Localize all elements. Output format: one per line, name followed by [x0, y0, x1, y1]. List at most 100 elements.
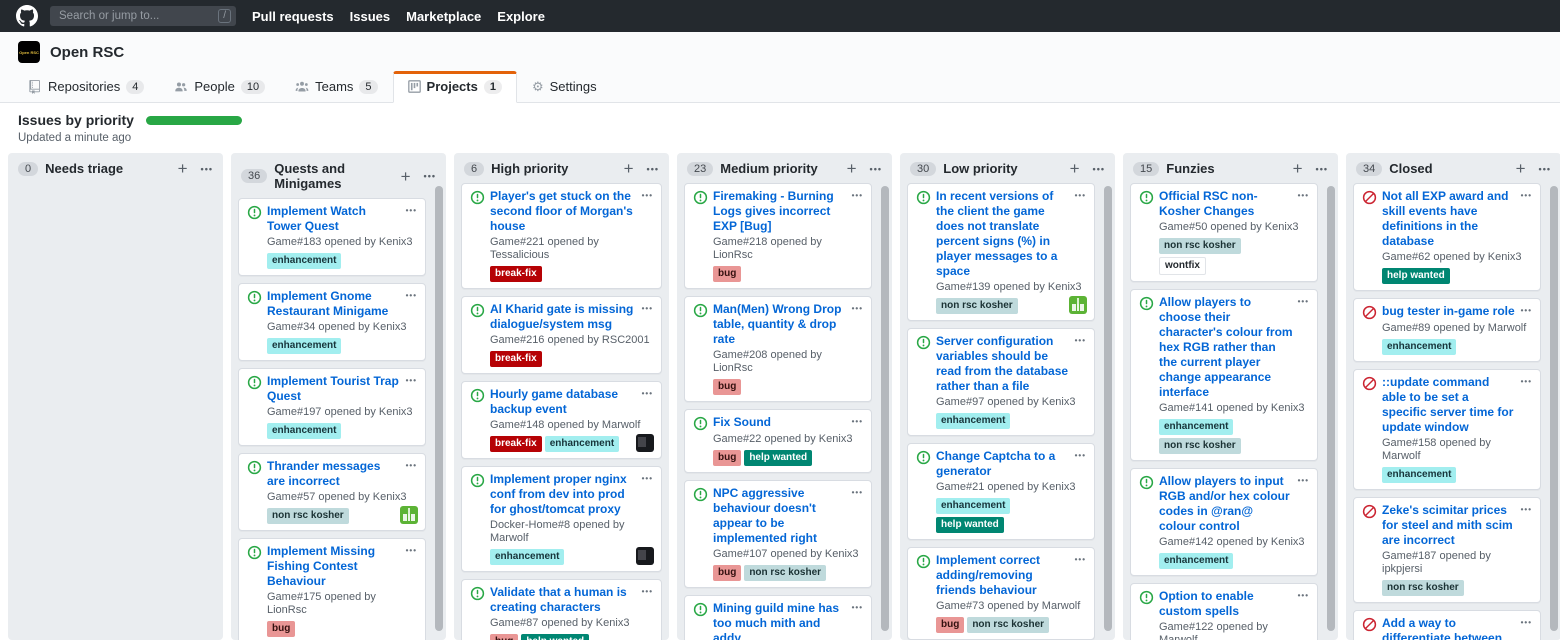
add-card-button[interactable]: + [401, 170, 411, 183]
tab-teams[interactable]: Teams5 [280, 71, 392, 103]
tab-projects[interactable]: Projects1 [393, 71, 517, 103]
issue-card[interactable]: Allow players to choose their character'… [1130, 289, 1318, 461]
card-menu-button[interactable]: ••• [1075, 555, 1086, 564]
nav-link-explore[interactable]: Explore [497, 9, 545, 24]
issue-title-link[interactable]: Implement Tourist Trap Quest [267, 374, 401, 404]
issue-card[interactable]: Not all EXP award and skill events have … [1353, 183, 1541, 291]
issue-title-link[interactable]: Zeke's scimitar prices for steel and mit… [1382, 503, 1516, 548]
issue-card[interactable]: Man(Men) Wrong Drop table, quantity & dr… [684, 296, 872, 402]
column-menu-button[interactable]: ••• [424, 171, 436, 181]
issue-card[interactable]: Player's get stuck on the second floor o… [461, 183, 662, 289]
issue-title-link[interactable]: Implement Gnome Restaurant Minigame [267, 289, 401, 319]
card-menu-button[interactable]: ••• [1521, 306, 1532, 315]
card-menu-button[interactable]: ••• [406, 461, 417, 470]
nav-link-marketplace[interactable]: Marketplace [406, 9, 481, 24]
issue-title-link[interactable]: Change Captcha to a generator [936, 449, 1070, 479]
card-menu-button[interactable]: ••• [642, 474, 653, 483]
card-menu-button[interactable]: ••• [642, 587, 653, 596]
issue-title-link[interactable]: Implement proper nginx conf from dev int… [490, 472, 637, 517]
issue-card[interactable]: Zeke's scimitar prices for steel and mit… [1353, 497, 1541, 603]
column-scrollbar[interactable] [1550, 186, 1558, 631]
issue-card[interactable]: Firemaking - Burning Logs gives incorrec… [684, 183, 872, 289]
issue-title-link[interactable]: Implement Missing Fishing Contest Behavi… [267, 544, 401, 589]
issue-card[interactable]: Option to enable custom spells•••Game#12… [1130, 583, 1318, 640]
tab-repositories[interactable]: Repositories4 [14, 71, 159, 103]
card-menu-button[interactable]: ••• [406, 376, 417, 385]
issue-card[interactable]: Allow players to input RGB and/or hex co… [1130, 468, 1318, 576]
card-menu-button[interactable]: ••• [406, 546, 417, 555]
card-menu-button[interactable]: ••• [1075, 451, 1086, 460]
card-menu-button[interactable]: ••• [852, 488, 863, 497]
issue-card[interactable]: Implement Tourist Trap Quest•••Game#197 … [238, 368, 426, 446]
card-menu-button[interactable]: ••• [1075, 191, 1086, 200]
card-menu-button[interactable]: ••• [642, 191, 653, 200]
card-menu-button[interactable]: ••• [1521, 618, 1532, 627]
card-menu-button[interactable]: ••• [406, 206, 417, 215]
card-menu-button[interactable]: ••• [1298, 591, 1309, 600]
issue-title-link[interactable]: bug tester in-game role [1382, 304, 1516, 319]
column-menu-button[interactable]: ••• [1093, 164, 1105, 174]
card-menu-button[interactable]: ••• [1298, 297, 1309, 306]
card-menu-button[interactable]: ••• [852, 603, 863, 612]
card-menu-button[interactable]: ••• [1521, 191, 1532, 200]
issue-title-link[interactable]: Thrander messages are incorrect [267, 459, 401, 489]
issue-title-link[interactable]: Not all EXP award and skill events have … [1382, 189, 1516, 249]
tab-people[interactable]: People10 [159, 71, 280, 103]
issue-title-link[interactable]: Implement Watch Tower Quest [267, 204, 401, 234]
column-scrollbar[interactable] [435, 186, 443, 631]
issue-title-link[interactable]: Man(Men) Wrong Drop table, quantity & dr… [713, 302, 847, 347]
issue-card[interactable]: Al Kharid gate is missing dialogue/syste… [461, 296, 662, 374]
issue-card[interactable]: Validate that a human is creating charac… [461, 579, 662, 640]
column-scrollbar[interactable] [1327, 186, 1335, 631]
column-menu-button[interactable]: ••• [201, 164, 213, 174]
issue-card[interactable]: In recent versions of the client the gam… [907, 183, 1095, 321]
column-menu-button[interactable]: ••• [1539, 164, 1551, 174]
issue-title-link[interactable]: Official RSC non-Kosher Changes [1159, 189, 1293, 219]
issue-title-link[interactable]: Firemaking - Burning Logs gives incorrec… [713, 189, 847, 234]
issue-title-link[interactable]: Hourly game database backup event [490, 387, 637, 417]
card-menu-button[interactable]: ••• [852, 304, 863, 313]
issue-card[interactable]: Hourly game database backup event•••Game… [461, 381, 662, 459]
issue-card[interactable]: NPC aggressive behaviour doesn't appear … [684, 480, 872, 588]
column-menu-button[interactable]: ••• [1316, 164, 1328, 174]
issue-card[interactable]: Implement Missing Fishing Contest Behavi… [238, 538, 426, 640]
issue-title-link[interactable]: Server configuration variables should be… [936, 334, 1070, 394]
card-menu-button[interactable]: ••• [642, 389, 653, 398]
issue-title-link[interactable]: Add a way to differentiate between dev a… [1382, 616, 1516, 640]
issue-title-link[interactable]: NPC aggressive behaviour doesn't appear … [713, 486, 847, 546]
card-menu-button[interactable]: ••• [1521, 377, 1532, 386]
issue-card[interactable]: Mining guild mine has too much mith and … [684, 595, 872, 640]
add-card-button[interactable]: + [847, 162, 857, 175]
add-card-button[interactable]: + [1293, 162, 1303, 175]
issue-title-link[interactable]: In recent versions of the client the gam… [936, 189, 1070, 279]
issue-card[interactable]: Implement Gnome Restaurant Minigame•••Ga… [238, 283, 426, 361]
card-menu-button[interactable]: ••• [1521, 505, 1532, 514]
issue-title-link[interactable]: Allow players to choose their character'… [1159, 295, 1293, 400]
issue-card[interactable]: bug tester in-game role•••Game#89 opened… [1353, 298, 1541, 362]
issue-title-link[interactable]: Player's get stuck on the second floor o… [490, 189, 637, 234]
nav-link-issues[interactable]: Issues [350, 9, 390, 24]
issue-title-link[interactable]: Mining guild mine has too much mith and … [713, 601, 847, 640]
github-logo[interactable] [16, 5, 38, 27]
issue-title-link[interactable]: Option to enable custom spells [1159, 589, 1293, 619]
add-card-button[interactable]: + [1516, 162, 1526, 175]
card-menu-button[interactable]: ••• [406, 291, 417, 300]
issue-card[interactable]: Implement proper nginx conf from dev int… [461, 466, 662, 572]
issue-card[interactable]: Add a way to differentiate between dev a… [1353, 610, 1541, 640]
issue-card[interactable]: Official RSC non-Kosher Changes•••Game#5… [1130, 183, 1318, 282]
issue-card[interactable]: Implement Watch Tower Quest•••Game#183 o… [238, 198, 426, 276]
issue-title-link[interactable]: Validate that a human is creating charac… [490, 585, 637, 615]
card-menu-button[interactable]: ••• [642, 304, 653, 313]
card-menu-button[interactable]: ••• [1298, 191, 1309, 200]
column-scrollbar[interactable] [1104, 186, 1112, 631]
issue-card[interactable]: Change Captcha to a generator•••Game#21 … [907, 443, 1095, 540]
issue-card[interactable]: ::update command able to be set a specif… [1353, 369, 1541, 490]
issue-title-link[interactable]: Implement correct adding/removing friend… [936, 553, 1070, 598]
tab-settings[interactable]: ⚙Settings [517, 71, 612, 103]
issue-title-link[interactable]: ::update command able to be set a specif… [1382, 375, 1516, 435]
card-menu-button[interactable]: ••• [1298, 476, 1309, 485]
issue-card[interactable]: Server configuration variables should be… [907, 328, 1095, 436]
issue-card[interactable]: Implement correct adding/removing friend… [907, 547, 1095, 640]
column-menu-button[interactable]: ••• [647, 164, 659, 174]
nav-link-pull-requests[interactable]: Pull requests [252, 9, 334, 24]
